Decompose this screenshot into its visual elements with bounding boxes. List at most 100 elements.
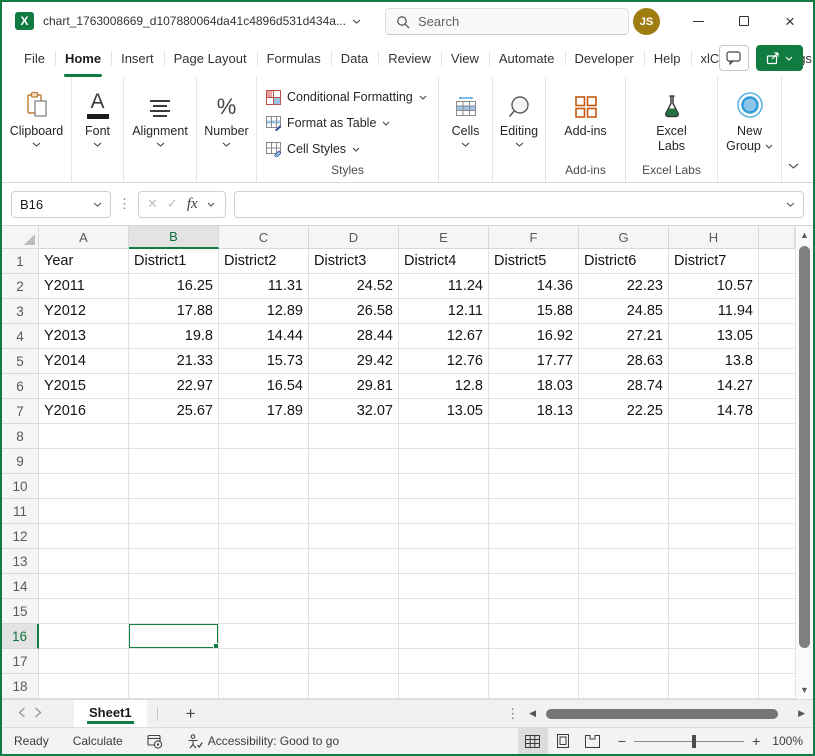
column-header-A[interactable]: A	[39, 226, 129, 249]
search-box[interactable]: Search	[385, 8, 629, 35]
zoom-out-button[interactable]: −	[618, 733, 626, 749]
cell-D6[interactable]: 29.81	[309, 374, 399, 399]
cell-D16[interactable]	[309, 624, 399, 649]
cell-B5[interactable]: 21.33	[129, 349, 219, 374]
cell-filler-15[interactable]	[759, 599, 795, 624]
status-calculate[interactable]: Calculate	[61, 728, 135, 754]
cell-filler-3[interactable]	[759, 299, 795, 324]
cell-C2[interactable]: 11.31	[219, 274, 309, 299]
cell-D14[interactable]	[309, 574, 399, 599]
cell-B2[interactable]: 16.25	[129, 274, 219, 299]
insert-function-button[interactable]: fx	[187, 196, 198, 213]
cell-B1[interactable]: District1	[129, 249, 219, 274]
row-header-15[interactable]: 15	[2, 599, 39, 624]
cell-A5[interactable]: Y2014	[39, 349, 129, 374]
cell-G2[interactable]: 22.23	[579, 274, 669, 299]
cell-G5[interactable]: 28.63	[579, 349, 669, 374]
cell-G9[interactable]	[579, 449, 669, 474]
document-title[interactable]: chart_1763008669_d107880064da41c4896d531…	[43, 14, 361, 28]
cell-H6[interactable]: 14.27	[669, 374, 759, 399]
editing-button[interactable]: Editing	[493, 77, 545, 182]
cell-B11[interactable]	[129, 499, 219, 524]
select-all-button[interactable]	[2, 226, 39, 249]
cell-F1[interactable]: District5	[489, 249, 579, 274]
cell-B9[interactable]	[129, 449, 219, 474]
cell-G11[interactable]	[579, 499, 669, 524]
cell-C17[interactable]	[219, 649, 309, 674]
cell-A4[interactable]: Y2013	[39, 324, 129, 349]
clipboard-button[interactable]: Clipboard	[2, 77, 71, 182]
cell-G12[interactable]	[579, 524, 669, 549]
cell-F6[interactable]: 18.03	[489, 374, 579, 399]
cell-E7[interactable]: 13.05	[399, 399, 489, 424]
enter-icon[interactable]: ✓	[167, 196, 178, 212]
sheet-tab-sheet1[interactable]: Sheet1	[74, 700, 147, 727]
number-button[interactable]: % Number	[197, 77, 256, 182]
row-header-3[interactable]: 3	[2, 299, 39, 324]
column-header-B[interactable]: B	[129, 226, 219, 249]
new-group-button[interactable]: New Group	[718, 77, 781, 182]
cell-A3[interactable]: Y2012	[39, 299, 129, 324]
cell-B15[interactable]	[129, 599, 219, 624]
hscroll-right-icon[interactable]: ▶	[798, 708, 805, 719]
cell-E1[interactable]: District4	[399, 249, 489, 274]
row-header-5[interactable]: 5	[2, 349, 39, 374]
cell-D10[interactable]	[309, 474, 399, 499]
cell-filler-18[interactable]	[759, 674, 795, 699]
cancel-icon[interactable]: ✕	[147, 196, 158, 212]
cell-G10[interactable]	[579, 474, 669, 499]
row-header-10[interactable]: 10	[2, 474, 39, 499]
tab-page-layout[interactable]: Page Layout	[164, 40, 257, 77]
maximize-button[interactable]	[721, 2, 767, 40]
column-header-E[interactable]: E	[399, 226, 489, 249]
cell-C7[interactable]: 17.89	[219, 399, 309, 424]
tab-data[interactable]: Data	[331, 40, 378, 77]
cell-F10[interactable]	[489, 474, 579, 499]
row-header-1[interactable]: 1	[2, 249, 39, 274]
zoom-level[interactable]: 100%	[772, 734, 803, 748]
cell-A13[interactable]	[39, 549, 129, 574]
cell-filler-14[interactable]	[759, 574, 795, 599]
cell-filler-13[interactable]	[759, 549, 795, 574]
tab-help[interactable]: Help	[644, 40, 691, 77]
cell-F12[interactable]	[489, 524, 579, 549]
row-header-11[interactable]: 11	[2, 499, 39, 524]
cell-filler-17[interactable]	[759, 649, 795, 674]
cell-E14[interactable]	[399, 574, 489, 599]
horizontal-scroll-thumb[interactable]	[546, 709, 778, 719]
cell-A7[interactable]: Y2016	[39, 399, 129, 424]
cell-A2[interactable]: Y2011	[39, 274, 129, 299]
view-normal-button[interactable]	[518, 728, 548, 754]
cell-H17[interactable]	[669, 649, 759, 674]
cell-A15[interactable]	[39, 599, 129, 624]
cell-filler-4[interactable]	[759, 324, 795, 349]
cell-F18[interactable]	[489, 674, 579, 699]
font-button[interactable]: A Font	[72, 77, 123, 182]
cell-E9[interactable]	[399, 449, 489, 474]
cells-button[interactable]: Cells	[439, 77, 492, 182]
cell-B4[interactable]: 19.8	[129, 324, 219, 349]
column-header-F[interactable]: F	[489, 226, 579, 249]
row-header-18[interactable]: 18	[2, 674, 39, 699]
cell-B14[interactable]	[129, 574, 219, 599]
cell-H8[interactable]	[669, 424, 759, 449]
cell-E2[interactable]: 11.24	[399, 274, 489, 299]
row-header-7[interactable]: 7	[2, 399, 39, 424]
cell-F15[interactable]	[489, 599, 579, 624]
cell-A1[interactable]: Year	[39, 249, 129, 274]
cell-E10[interactable]	[399, 474, 489, 499]
cell-A11[interactable]	[39, 499, 129, 524]
horizontal-scrollbar[interactable]	[542, 707, 792, 721]
cell-filler-16[interactable]	[759, 624, 795, 649]
cell-G17[interactable]	[579, 649, 669, 674]
macro-record-button[interactable]	[135, 728, 175, 754]
cell-filler-8[interactable]	[759, 424, 795, 449]
sheet-nav-right-icon[interactable]	[30, 705, 46, 723]
cell-A8[interactable]	[39, 424, 129, 449]
scroll-down-icon[interactable]: ▼	[796, 685, 813, 695]
minimize-button[interactable]	[675, 2, 721, 40]
cell-G14[interactable]	[579, 574, 669, 599]
cell-E11[interactable]	[399, 499, 489, 524]
cell-H7[interactable]: 14.78	[669, 399, 759, 424]
cell-B7[interactable]: 25.67	[129, 399, 219, 424]
